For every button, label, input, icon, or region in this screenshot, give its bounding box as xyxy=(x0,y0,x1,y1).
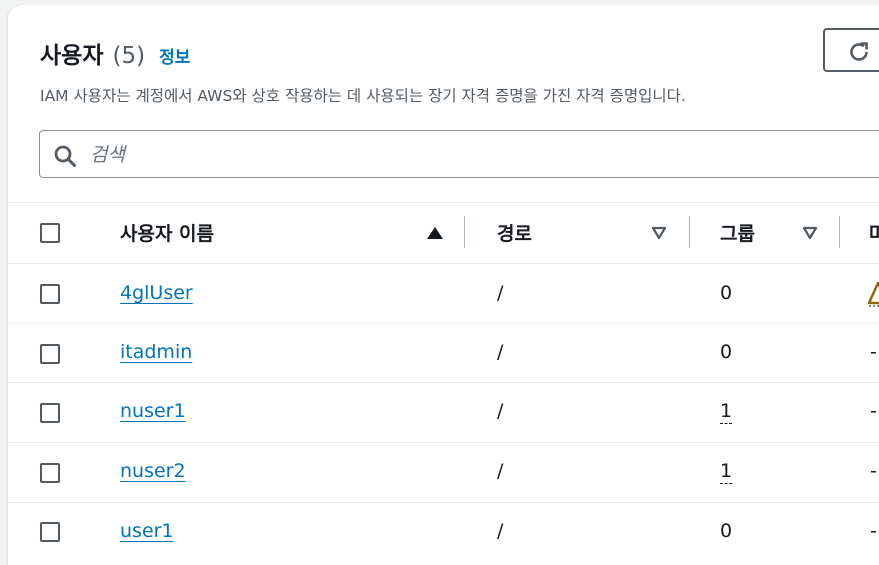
path-cell: / xyxy=(497,341,504,363)
row-checkbox[interactable] xyxy=(40,403,60,423)
sort-descending-icon[interactable] xyxy=(651,226,667,240)
search-icon xyxy=(54,145,76,167)
page-header: 사용자 (5) 정보 xyxy=(40,36,190,70)
path-cell: / xyxy=(497,460,504,482)
column-divider[interactable] xyxy=(839,216,840,248)
last-activity-cell: - xyxy=(870,400,877,422)
column-header-last-activity[interactable]: 마 xyxy=(869,219,879,246)
user-count: (5) xyxy=(112,43,146,69)
sort-ascending-icon[interactable] xyxy=(427,227,443,239)
row-divider xyxy=(8,502,879,503)
row-divider xyxy=(8,442,879,443)
row-checkbox[interactable] xyxy=(40,344,60,364)
warning-icon xyxy=(868,281,879,307)
path-cell: / xyxy=(497,520,504,542)
info-link[interactable]: 정보 xyxy=(159,43,190,68)
page-title: 사용자 xyxy=(40,43,104,69)
row-divider xyxy=(8,382,879,383)
groups-cell: 0 xyxy=(720,341,733,363)
user-name-link[interactable]: itadmin xyxy=(120,341,192,363)
user-name-link[interactable]: user1 xyxy=(120,520,174,542)
column-header-groups[interactable]: 그룹 xyxy=(720,219,755,246)
last-activity-cell: - xyxy=(870,460,877,482)
row-checkbox[interactable] xyxy=(40,463,60,483)
user-name-link[interactable]: nuser2 xyxy=(120,460,186,482)
user-name-link[interactable]: nuser1 xyxy=(120,400,186,422)
search-input[interactable] xyxy=(88,139,792,171)
user-name-link[interactable]: 4glUser xyxy=(120,282,193,304)
column-header-path[interactable]: 경로 xyxy=(497,219,532,246)
row-checkbox[interactable] xyxy=(40,284,60,304)
path-cell: / xyxy=(497,282,504,304)
row-divider xyxy=(8,323,879,324)
table-top-divider xyxy=(8,202,879,203)
column-divider[interactable] xyxy=(464,216,465,248)
groups-cell: 0 xyxy=(720,282,733,304)
select-all-checkbox[interactable] xyxy=(40,223,60,243)
path-cell: / xyxy=(497,400,504,422)
row-checkbox[interactable] xyxy=(40,522,60,542)
groups-cell: 0 xyxy=(720,520,733,542)
refresh-button[interactable] xyxy=(823,28,879,72)
column-divider[interactable] xyxy=(689,216,690,248)
column-header-user-name[interactable]: 사용자 이름 xyxy=(120,219,214,246)
last-activity-cell: - xyxy=(870,341,877,363)
last-activity-cell: - xyxy=(870,520,877,542)
refresh-icon xyxy=(850,42,868,61)
search-box[interactable] xyxy=(39,130,879,178)
row-divider xyxy=(8,263,879,264)
groups-cell[interactable]: 1 xyxy=(720,460,733,484)
sort-descending-icon[interactable] xyxy=(802,226,818,240)
page-description: IAM 사용자는 계정에서 AWS와 상호 작용하는 데 사용되는 장기 자격 … xyxy=(40,87,686,105)
groups-cell[interactable]: 1 xyxy=(720,400,733,424)
